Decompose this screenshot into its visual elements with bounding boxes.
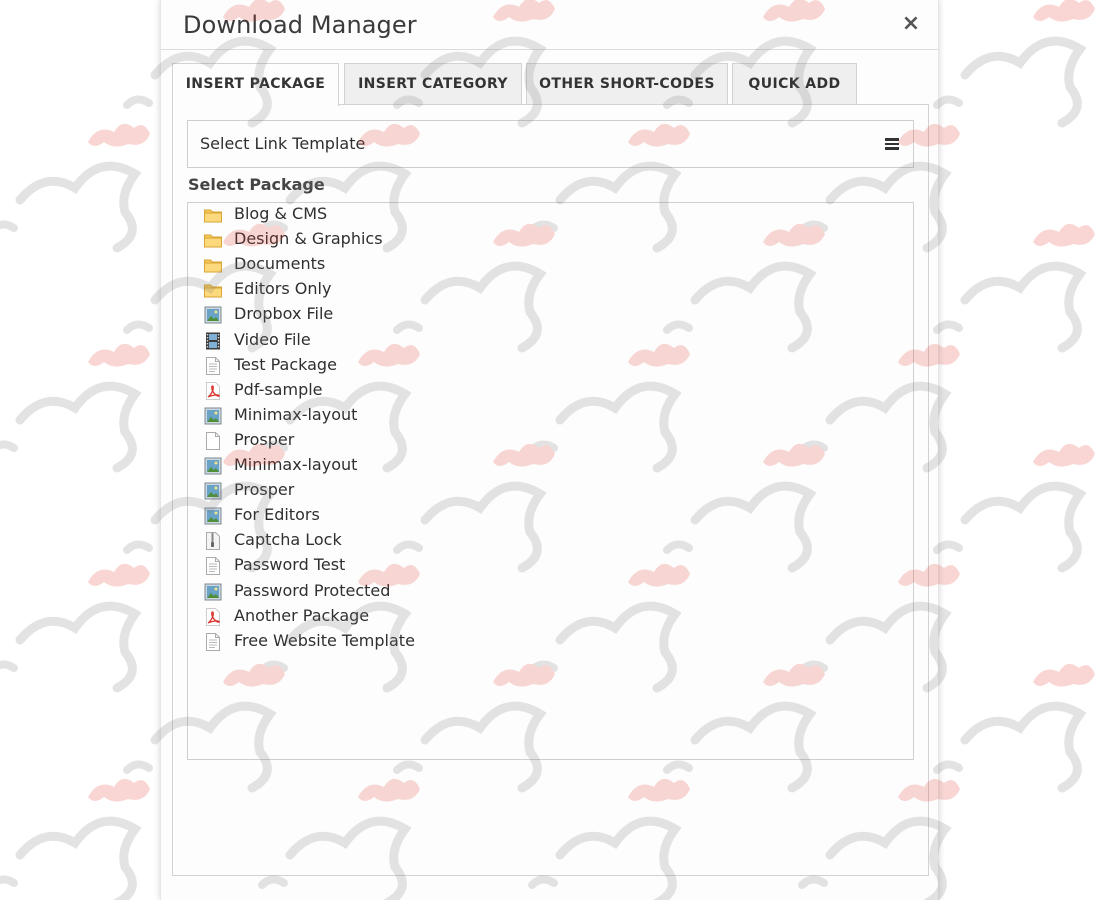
text-file-icon xyxy=(203,356,223,376)
package-list[interactable]: Blog & CMS Design & Graphics Documents Edit… xyxy=(187,202,914,760)
package-label: Captcha Lock xyxy=(234,530,342,550)
tab-insert-package[interactable]: INSERT PACKAGE xyxy=(172,63,339,106)
link-template-label: Select Link Template xyxy=(200,134,366,153)
pdf-file-icon xyxy=(203,607,223,627)
pdf-file-icon xyxy=(203,381,223,401)
package-label: Dropbox File xyxy=(234,304,334,324)
package-label: Editors Only xyxy=(234,279,332,299)
close-button[interactable]: × xyxy=(900,12,922,36)
menu-icon[interactable] xyxy=(885,138,899,150)
package-label: Password Test xyxy=(234,555,346,575)
link-template-select[interactable]: Select Link Template xyxy=(187,120,914,168)
folder-icon xyxy=(203,230,223,250)
blank-file-icon xyxy=(203,431,223,451)
text-file-icon xyxy=(203,632,223,652)
tab-insert-category[interactable]: INSERT CATEGORY xyxy=(344,63,522,105)
package-label: Documents xyxy=(234,254,326,274)
package-label: Prosper xyxy=(234,429,295,449)
zip-file-icon xyxy=(203,531,223,551)
package-label: Video File xyxy=(234,329,311,349)
package-label: For Editors xyxy=(234,505,320,525)
image-file-icon xyxy=(203,406,223,426)
image-file-icon xyxy=(203,305,223,325)
insert-package-panel: Select Link Template Select Package Blog… xyxy=(172,104,929,876)
tab-quick-add[interactable]: QUICK ADD xyxy=(732,63,857,105)
select-package-heading: Select Package xyxy=(188,175,325,194)
folder-icon xyxy=(203,255,223,275)
package-label: Minimax-layout xyxy=(234,455,358,474)
image-file-icon xyxy=(203,481,223,501)
package-label: Test Package xyxy=(234,354,337,374)
package-label: Design & Graphics xyxy=(234,229,383,249)
package-label: Prosper xyxy=(234,480,295,500)
package-label: Another Package xyxy=(234,605,370,625)
package-label: Password Protected xyxy=(234,580,391,600)
download-manager-dialog: Download Manager × INSERT PACKAGE INSERT… xyxy=(160,0,939,900)
image-file-icon xyxy=(203,506,223,526)
image-file-icon xyxy=(203,456,223,476)
package-label: Blog & CMS xyxy=(234,204,328,223)
video-file-icon xyxy=(203,331,223,351)
package-label: Pdf-sample xyxy=(234,379,323,399)
text-file-icon xyxy=(203,556,223,576)
package-label: Minimax-layout xyxy=(234,404,358,424)
dialog-title: Download Manager xyxy=(183,11,417,39)
image-file-icon xyxy=(203,582,223,602)
folder-icon xyxy=(203,205,223,225)
package-label: Free Website Template xyxy=(234,630,415,650)
tab-other-short-codes[interactable]: OTHER SHORT-CODES xyxy=(526,63,728,105)
folder-icon xyxy=(203,280,223,300)
dialog-titlebar: Download Manager × xyxy=(161,0,938,50)
